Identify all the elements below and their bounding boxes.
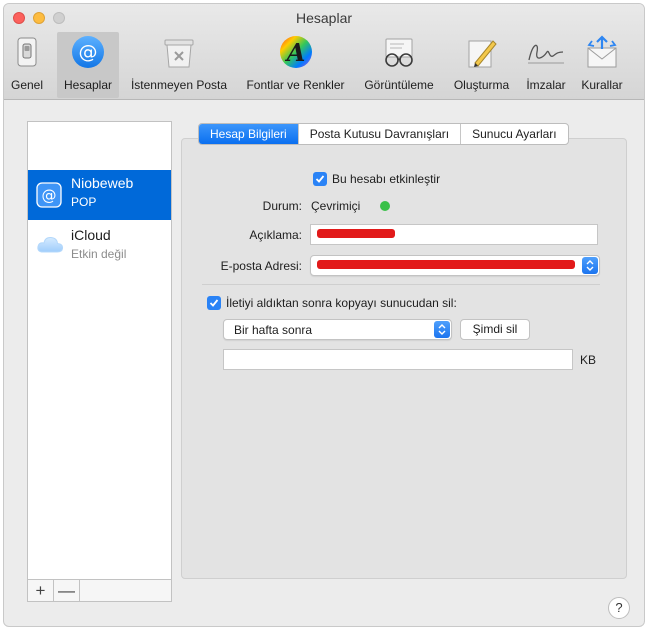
toolbar-label-junk: İstenmeyen Posta bbox=[130, 78, 228, 92]
checkmark-icon bbox=[315, 175, 325, 183]
svg-text:@: @ bbox=[42, 187, 57, 205]
chevron-updown-icon bbox=[434, 321, 450, 338]
toolbar-label-rules: Kurallar bbox=[581, 78, 623, 92]
window-title: Hesaplar bbox=[295, 10, 353, 26]
email-label: E-posta Adresi: bbox=[220, 259, 302, 273]
toolbar-label-signatures: İmzalar bbox=[526, 78, 566, 92]
svg-text:@: @ bbox=[79, 41, 98, 63]
viewing-glasses-icon bbox=[380, 32, 418, 72]
toolbar-item-general[interactable]: Genel bbox=[8, 32, 46, 98]
toolbar-item-signatures[interactable]: İmzalar bbox=[521, 32, 571, 98]
redacted-description bbox=[317, 229, 395, 238]
enable-account-checkbox[interactable] bbox=[313, 172, 327, 186]
junk-mail-icon bbox=[162, 32, 196, 72]
fonts-colors-icon: A bbox=[279, 32, 313, 72]
toolbar-label-composing: Oluşturma bbox=[453, 78, 510, 92]
add-account-button[interactable]: + bbox=[28, 580, 54, 601]
toolbar: Hesaplar Genel @ Hesaplar İstenmeyen Pos… bbox=[4, 4, 644, 100]
account-name: iCloud bbox=[71, 227, 111, 243]
delete-now-button[interactable]: Şimdi sil bbox=[460, 319, 530, 340]
tab-bar: Hesap Bilgileri Posta Kutusu Davranışlar… bbox=[198, 123, 569, 145]
rules-envelope-icon bbox=[585, 32, 619, 72]
tab-mailbox-behaviors[interactable]: Posta Kutusu Davranışları bbox=[299, 124, 462, 144]
section-divider bbox=[202, 284, 600, 285]
account-row-icloud[interactable]: iCloud Etkin değil bbox=[28, 222, 171, 272]
account-name: Niobeweb bbox=[71, 175, 134, 191]
toolbar-item-rules[interactable]: Kurallar bbox=[572, 32, 632, 98]
size-unit-label: KB bbox=[580, 353, 597, 367]
toolbar-label-accounts: Hesaplar bbox=[63, 78, 113, 92]
preferences-content: @ Niobeweb POP iCloud Etkin değil + — He… bbox=[4, 101, 644, 626]
toolbar-label-fonts-colors: Fontlar ve Renkler bbox=[246, 78, 345, 92]
delete-period-value: Bir hafta sonra bbox=[234, 323, 313, 337]
chevron-updown-icon bbox=[582, 257, 598, 274]
delete-from-server-label: İletiyi aldıktan sonra kopyayı sunucudan… bbox=[226, 296, 457, 310]
account-type: Etkin değil bbox=[71, 247, 127, 261]
accounts-at-icon: @ bbox=[71, 32, 105, 72]
delete-from-server-checkbox[interactable] bbox=[207, 296, 221, 310]
status-online-indicator bbox=[380, 201, 390, 211]
email-address-popup[interactable] bbox=[310, 255, 600, 276]
account-type: POP bbox=[71, 195, 97, 209]
description-label: Açıklama: bbox=[249, 228, 302, 242]
toolbar-item-viewing[interactable]: Görüntüleme bbox=[356, 32, 442, 98]
toolbar-item-accounts[interactable]: @ Hesaplar bbox=[57, 32, 119, 98]
checkmark-icon bbox=[209, 299, 219, 307]
status-label: Durum: bbox=[262, 199, 302, 213]
delete-period-popup[interactable]: Bir hafta sonra bbox=[223, 319, 452, 340]
toolbar-item-composing[interactable]: Oluşturma bbox=[444, 32, 519, 98]
status-value: Çevrimiçi bbox=[311, 199, 361, 213]
tab-server-settings[interactable]: Sunucu Ayarları bbox=[461, 124, 568, 144]
toolbar-item-junk[interactable]: İstenmeyen Posta bbox=[122, 32, 236, 98]
help-button[interactable]: ? bbox=[608, 597, 630, 619]
tab-account-info[interactable]: Hesap Bilgileri bbox=[199, 124, 299, 144]
description-field[interactable] bbox=[310, 224, 598, 245]
remove-account-button[interactable]: — bbox=[54, 580, 80, 601]
toolbar-item-fonts-colors[interactable]: A Fontlar ve Renkler bbox=[237, 32, 354, 98]
size-limit-field[interactable] bbox=[223, 349, 573, 370]
enable-account-label: Bu hesabı etkinleştir bbox=[332, 172, 441, 186]
signature-icon bbox=[525, 32, 567, 72]
svg-text:A: A bbox=[284, 38, 305, 67]
general-switch-icon bbox=[16, 32, 38, 72]
account-row-niobeweb[interactable]: @ Niobeweb POP bbox=[28, 170, 171, 220]
preferences-window: Hesaplar Genel @ Hesaplar İstenmeyen Pos… bbox=[3, 3, 645, 627]
account-list-footer: + — bbox=[27, 580, 172, 602]
toolbar-label-viewing: Görüntüleme bbox=[364, 78, 434, 92]
toolbar-label-general: Genel bbox=[10, 78, 44, 92]
account-list[interactable]: @ Niobeweb POP iCloud Etkin değil bbox=[27, 121, 172, 580]
redacted-email bbox=[317, 260, 575, 269]
at-sign-icon: @ bbox=[36, 182, 62, 211]
composing-pen-icon bbox=[465, 32, 499, 72]
icloud-icon bbox=[36, 234, 64, 257]
